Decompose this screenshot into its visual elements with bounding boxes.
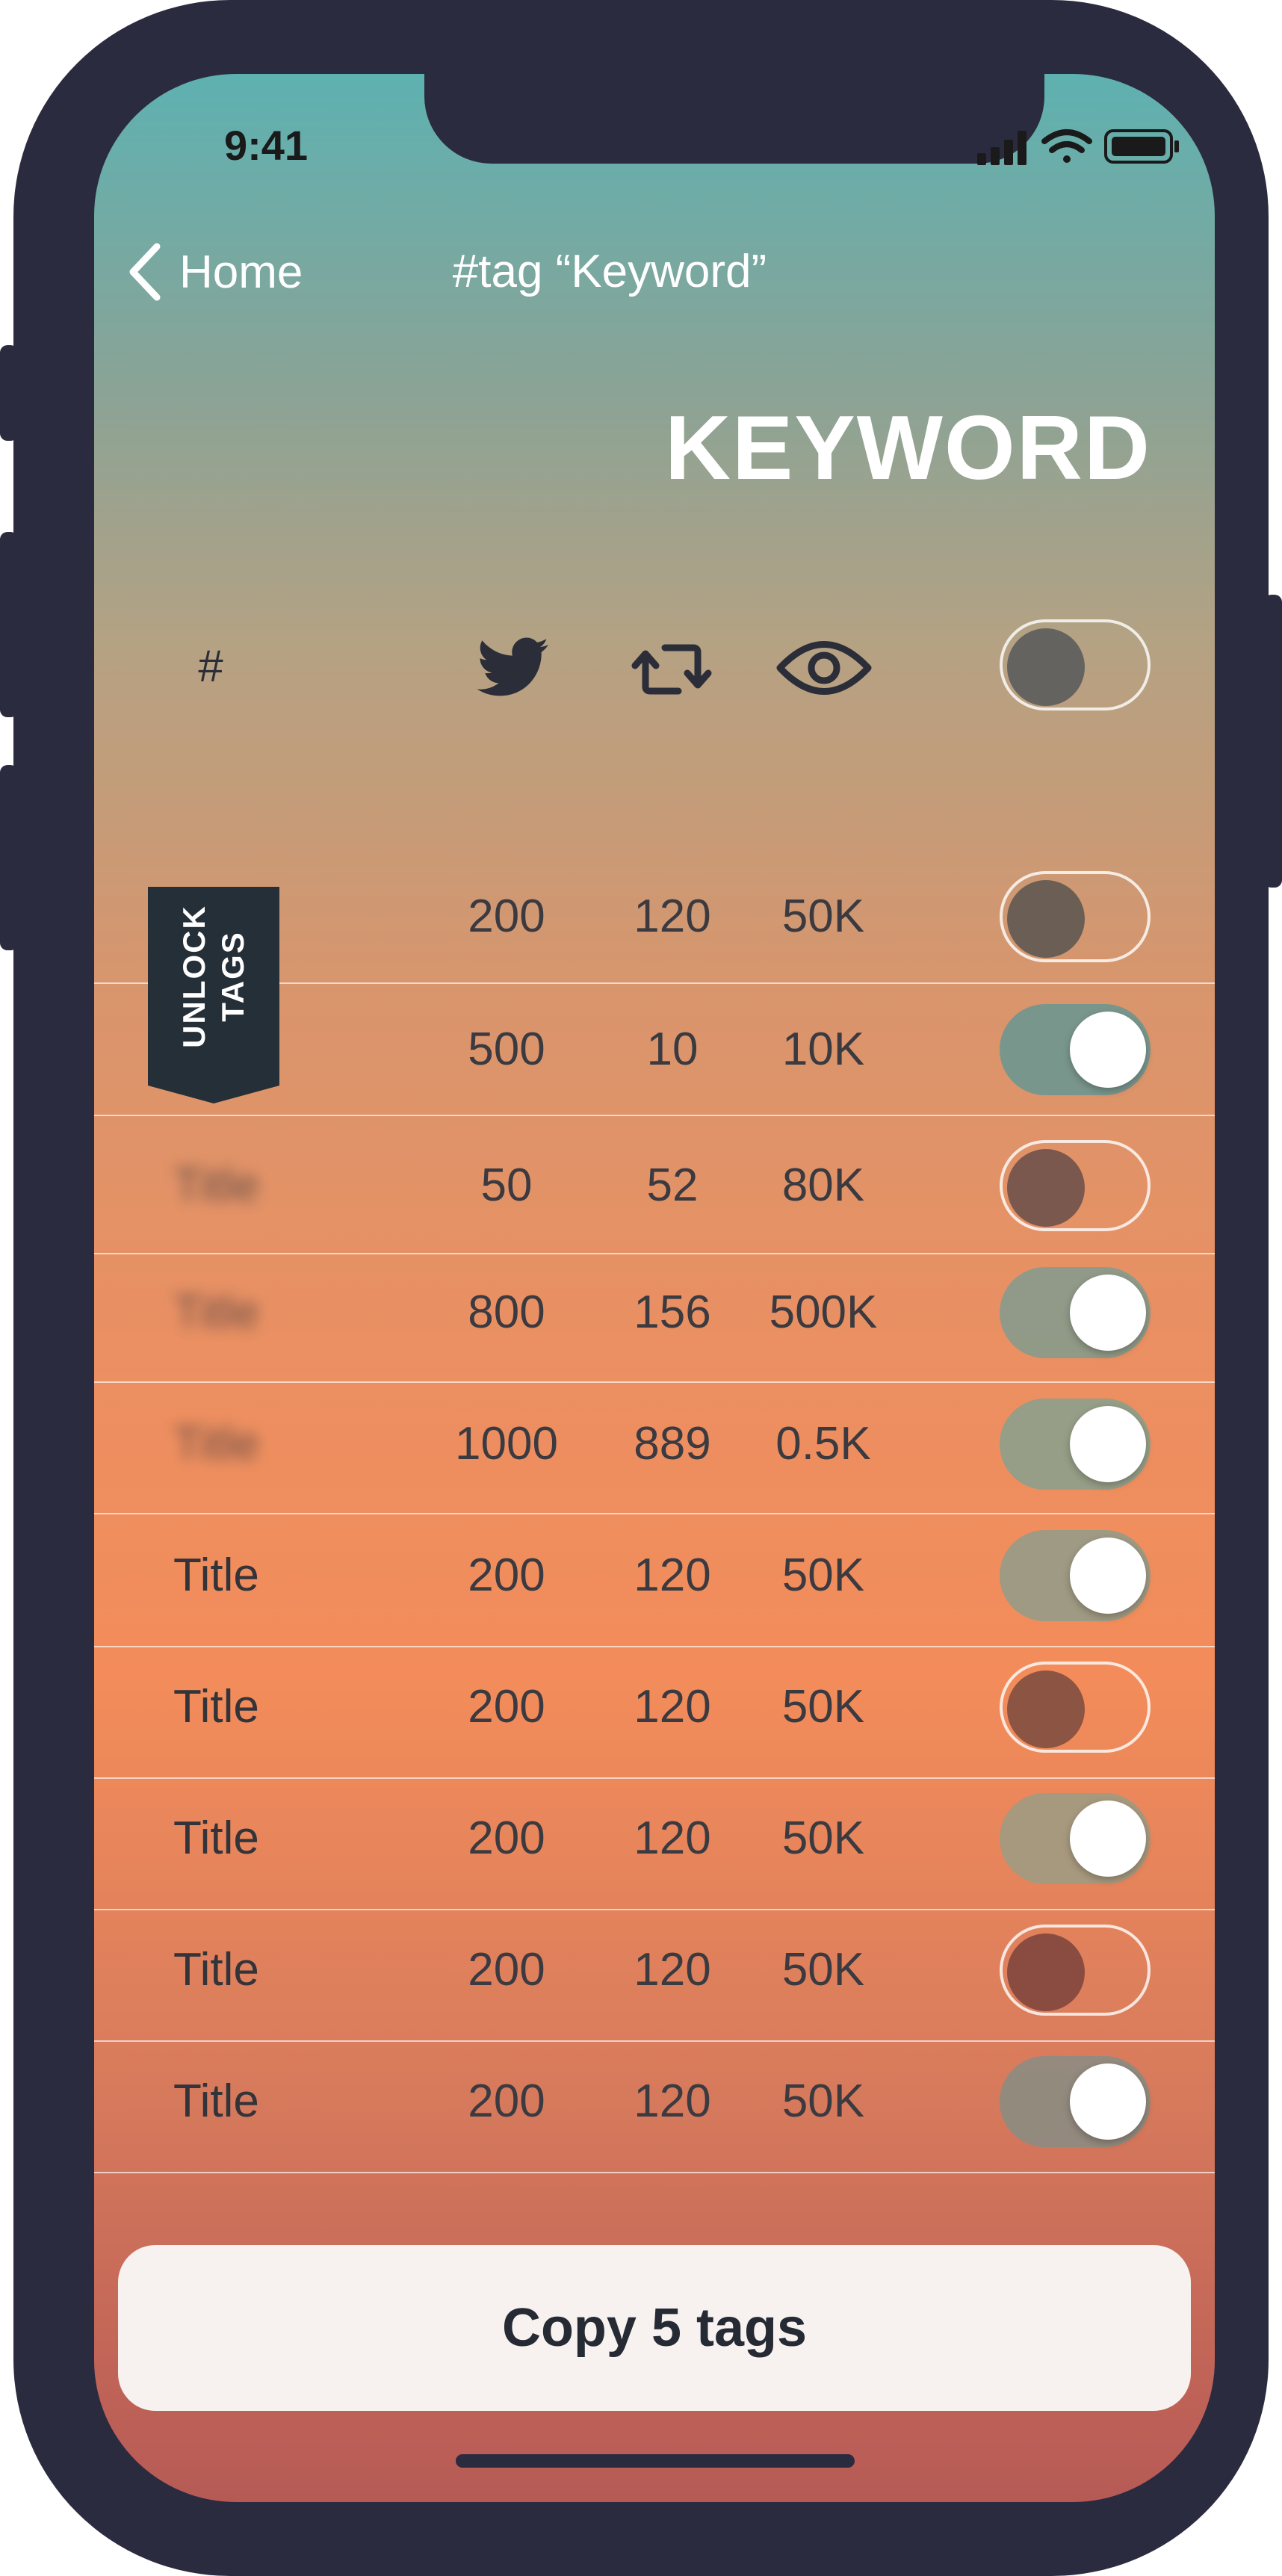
retweet-count: 889 [634, 1418, 711, 1470]
row-title: Title [173, 2075, 259, 2127]
app-screen: 9:41 Home #tag “Keyword” KEYWORD # Copy … [94, 74, 1215, 2502]
toggle-knob [1070, 1275, 1146, 1351]
tweet-count: 200 [468, 1549, 545, 1601]
view-count: 50K [781, 1812, 865, 1864]
row-title: Title [173, 1418, 259, 1470]
retweet-count: 120 [634, 1944, 711, 1996]
row-title: Title [173, 1287, 259, 1338]
wifi-icon [1041, 129, 1092, 163]
view-count: 50K [781, 2075, 865, 2127]
toggle-knob [1070, 1012, 1146, 1088]
retweet-count: 120 [634, 1549, 711, 1601]
view-count: 500K [769, 1287, 878, 1338]
phone-frame: 9:41 Home #tag “Keyword” KEYWORD # Copy … [13, 0, 1269, 2576]
retweet-count: 156 [634, 1287, 711, 1338]
back-button[interactable]: Home [124, 235, 348, 309]
row-divider [94, 1253, 1215, 1254]
retweet-icon [631, 636, 713, 703]
row-divider [94, 1909, 1215, 1910]
row-select-toggle[interactable] [1000, 1793, 1151, 1884]
row-title: Title [173, 1812, 259, 1864]
tweet-count: 200 [468, 1681, 545, 1733]
unlock-tags-ribbon[interactable]: UNLOCK TAGS [148, 887, 279, 1103]
row-select-toggle[interactable] [1000, 1399, 1151, 1490]
home-indicator [456, 2454, 855, 2468]
row-divider [94, 1646, 1215, 1647]
chevron-left-icon [129, 243, 161, 301]
row-select-toggle[interactable] [1000, 2056, 1151, 2147]
tweet-count: 800 [468, 1287, 545, 1338]
view-count: 50K [781, 1681, 865, 1733]
toggle-knob [1007, 880, 1085, 958]
row-divider [94, 1115, 1215, 1116]
tweet-count: 200 [468, 2075, 545, 2127]
retweet-count: 120 [634, 891, 711, 942]
view-count: 50K [781, 1549, 865, 1601]
row-select-toggle[interactable] [1000, 1004, 1151, 1095]
status-icons [970, 123, 1215, 168]
row-title: Title [173, 1944, 259, 1996]
nav-title: #tag “Keyword” [452, 246, 767, 297]
status-time: 9:41 [223, 122, 309, 169]
tweet-count: 50 [480, 1159, 533, 1211]
view-count: 50K [781, 1944, 865, 1996]
view-count: 0.5K [775, 1418, 871, 1470]
toggle-knob [1007, 628, 1085, 706]
eye-icon [775, 636, 873, 700]
page-title: KEYWORD [664, 397, 1151, 498]
toggle-knob [1007, 1933, 1085, 2011]
row-select-toggle[interactable] [1000, 1662, 1151, 1753]
select-all-toggle[interactable] [1000, 619, 1151, 710]
row-divider [94, 1513, 1215, 1514]
tweet-count: 200 [468, 1812, 545, 1864]
retweet-count: 120 [634, 2075, 711, 2127]
row-select-toggle[interactable] [1000, 1140, 1151, 1231]
row-select-toggle[interactable] [1000, 1925, 1151, 2016]
toggle-knob [1007, 1671, 1085, 1748]
toggle-knob [1070, 1406, 1146, 1482]
ribbon-label: UNLOCK TAGS [176, 905, 250, 1048]
toggle-knob [1007, 1149, 1085, 1227]
signal-icon [977, 131, 1026, 165]
tag-column-header: # [198, 641, 223, 691]
tweet-count: 200 [468, 891, 545, 942]
row-select-toggle[interactable] [1000, 1530, 1151, 1621]
back-label: Home [179, 246, 303, 298]
retweet-count: 10 [646, 1024, 699, 1075]
view-count: 50K [781, 891, 865, 942]
row-select-toggle[interactable] [1000, 1267, 1151, 1358]
toggle-knob [1070, 1538, 1146, 1614]
tweet-count: 1000 [455, 1418, 558, 1470]
retweet-count: 52 [646, 1159, 699, 1211]
row-divider [94, 1381, 1215, 1383]
tweet-count: 500 [468, 1024, 545, 1075]
row-title: Title [173, 1681, 259, 1733]
copy-tags-button[interactable]: Copy 5 tags [118, 2245, 1191, 2411]
battery-icon [1104, 129, 1179, 164]
toggle-knob [1070, 2063, 1146, 2140]
row-divider [94, 2172, 1215, 2173]
tweet-count: 200 [468, 1944, 545, 1996]
row-divider [94, 2040, 1215, 2042]
view-count: 80K [781, 1159, 865, 1211]
notch [424, 74, 1044, 164]
row-divider [94, 1777, 1215, 1779]
twitter-bird-icon [477, 634, 551, 702]
view-count: 10K [781, 1024, 865, 1075]
toggle-knob [1070, 1801, 1146, 1877]
row-title: Title [173, 1549, 259, 1601]
retweet-count: 120 [634, 1681, 711, 1733]
retweet-count: 120 [634, 1812, 711, 1864]
row-title: Title [173, 1159, 259, 1211]
row-select-toggle[interactable] [1000, 871, 1151, 962]
